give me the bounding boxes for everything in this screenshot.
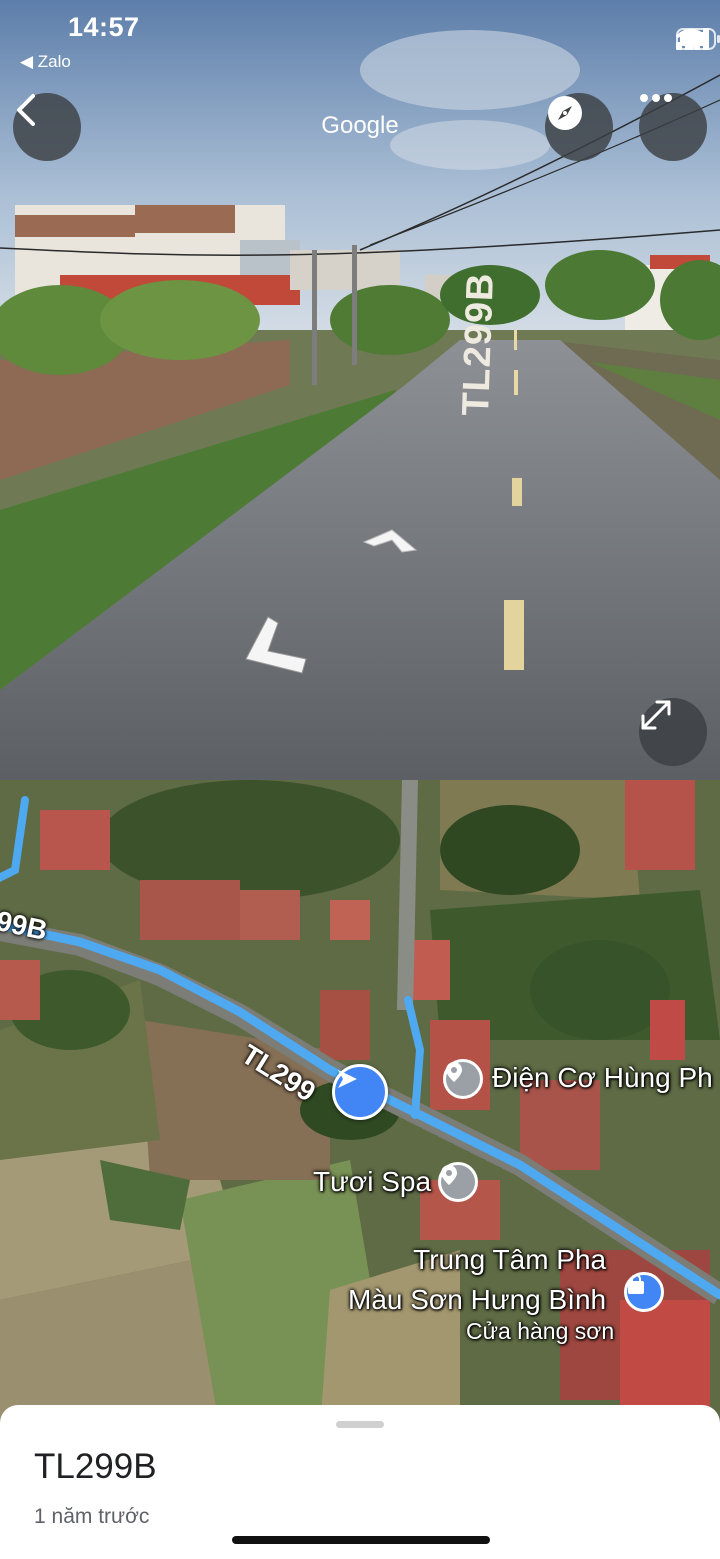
shopping-bag-icon	[628, 1275, 644, 1294]
move-left-arrow-icon[interactable]	[240, 615, 310, 679]
place-label-tuoi-spa[interactable]: Tươi Spa	[313, 1166, 431, 1198]
compass-icon	[548, 96, 582, 130]
more-options-button[interactable]	[639, 93, 707, 161]
street-view-panorama[interactable]: TL299B 14:57 ◀ Zalo Google	[0, 0, 720, 780]
place-label-trung-tam[interactable]: Trung Tâm Pha Màu Sơn Hưng Bình	[348, 1240, 606, 1320]
capture-date: 1 năm trước	[34, 1505, 150, 1528]
expand-button[interactable]	[639, 698, 707, 766]
location-title: TL299B	[34, 1447, 157, 1486]
current-position-marker[interactable]	[332, 1064, 388, 1120]
place-pin-tuoi-spa[interactable]	[438, 1162, 478, 1202]
place-category-trung-tam: Cửa hàng sơn	[466, 1318, 615, 1344]
location-pin-icon	[441, 1165, 457, 1185]
direction-arrow-icon	[338, 1070, 357, 1088]
road-marking-text: TL299B	[455, 271, 502, 417]
move-forward-arrow-icon[interactable]	[362, 528, 418, 554]
compass-button[interactable]	[545, 93, 613, 161]
satellite-map[interactable]: 99B TL299 Điện Cơ Hùng Ph Tươi Spa Trung…	[0, 780, 720, 1430]
place-label-dien-co[interactable]: Điện Cơ Hùng Ph	[492, 1062, 713, 1094]
more-dots-icon	[640, 94, 672, 102]
expand-arrows-icon	[641, 700, 671, 730]
back-to-app-link[interactable]: ◀ Zalo	[20, 52, 71, 72]
status-time: 14:57	[68, 12, 140, 42]
sheet-grabber-handle[interactable]	[336, 1421, 384, 1428]
location-pin-icon	[446, 1062, 462, 1082]
place-pin-dien-co[interactable]	[443, 1059, 483, 1099]
home-indicator[interactable]	[232, 1536, 490, 1544]
battery-icon	[676, 28, 720, 50]
place-pin-trung-tam[interactable]	[624, 1272, 664, 1312]
bottom-sheet[interactable]: TL299B 1 năm trước	[0, 1405, 720, 1559]
